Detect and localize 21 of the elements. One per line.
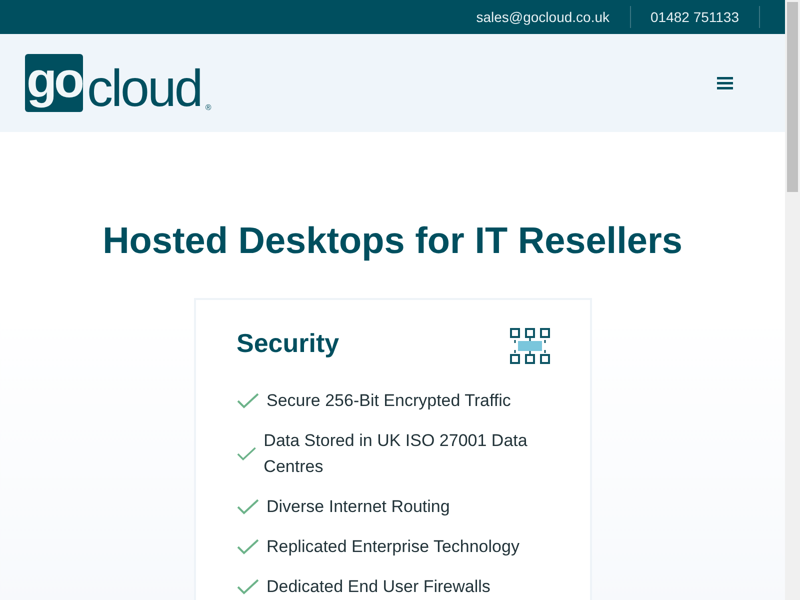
feature-text: Data Stored in UK ISO 27001 Data Centres xyxy=(264,430,528,478)
checkmark-icon xyxy=(236,539,258,555)
feature-text: Diverse Internet Routing xyxy=(266,496,450,518)
page-heading: Hosted Desktops for IT Resellers xyxy=(102,220,684,262)
logo-badge[interactable]: go xyxy=(25,54,83,112)
email-link[interactable]: sales@gocloud.co.uk xyxy=(456,6,630,28)
network-nodes-icon xyxy=(510,328,550,364)
logo-wordmark: cloud xyxy=(87,66,202,112)
scrollbar-thumb[interactable] xyxy=(787,2,798,192)
phone-link[interactable]: 01482 751133 xyxy=(630,6,760,28)
card-title: Security xyxy=(236,328,340,359)
checkmark-icon xyxy=(236,446,256,462)
menu-icon xyxy=(717,76,733,90)
registered-mark: ® xyxy=(205,103,212,112)
menu-button[interactable] xyxy=(715,74,735,92)
feature-text: Replicated Enterprise Technology xyxy=(266,536,520,558)
checkmark-icon xyxy=(236,579,258,595)
feature-text: Dedicated End User Firewalls xyxy=(266,576,490,598)
feature-text: Secure 256-Bit Encrypted Traffic xyxy=(266,390,511,412)
checkmark-icon xyxy=(236,393,258,409)
checkmark-icon xyxy=(236,499,258,515)
